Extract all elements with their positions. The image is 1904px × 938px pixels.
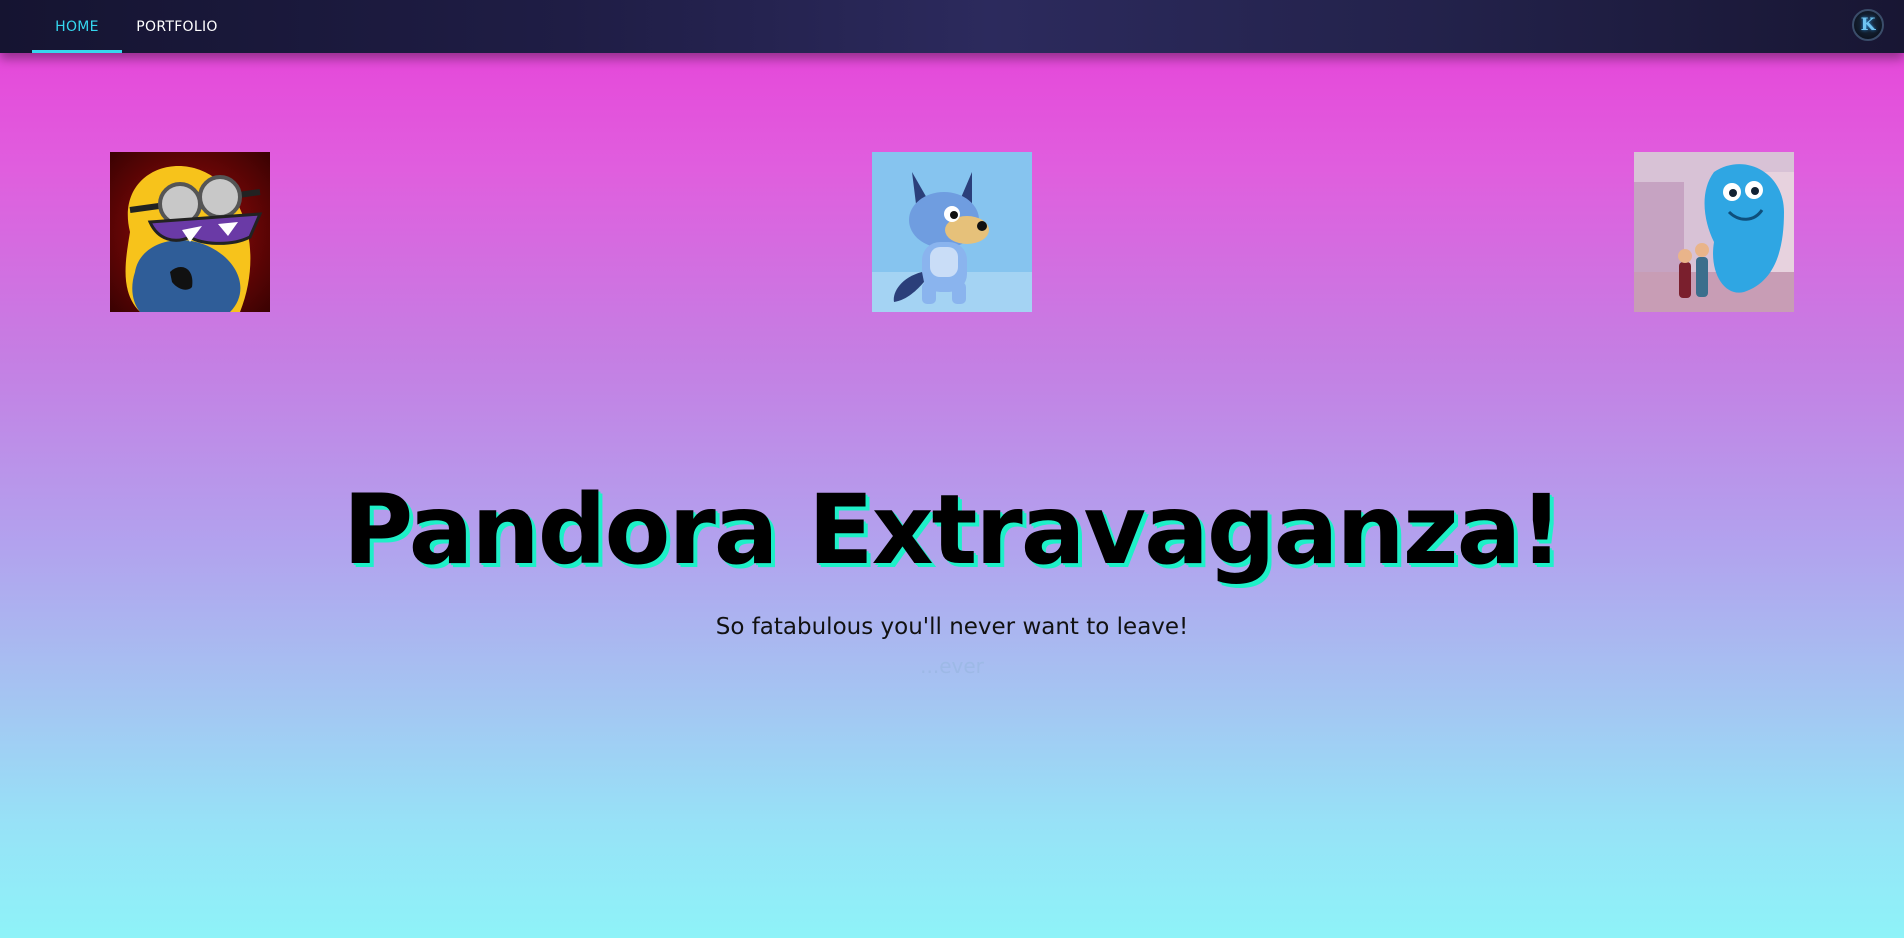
bluey-illustration: [872, 152, 1032, 312]
gallery-image-bluey: [872, 152, 1032, 312]
site-logo[interactable]: K: [1852, 9, 1884, 41]
active-tab-underline: [32, 50, 122, 53]
monster-illustration: [1634, 152, 1794, 312]
gallery-image-monster: [1634, 152, 1794, 312]
top-navbar: HOME PORTFOLIO K: [0, 0, 1904, 53]
logo-letter: K: [1860, 14, 1876, 35]
tab-portfolio[interactable]: PORTFOLIO: [127, 0, 227, 53]
tab-portfolio-label: PORTFOLIO: [136, 18, 218, 35]
minion-illustration: [110, 152, 270, 312]
hero-subtitle: So fatabulous you'll never want to leave…: [715, 614, 1189, 640]
hero-title: Pandora Extravaganza!: [342, 474, 1563, 586]
tab-home-label: HOME: [55, 18, 99, 35]
tab-home[interactable]: HOME: [32, 0, 122, 53]
gallery-image-minion: [110, 152, 270, 312]
hero-tagline: ...ever: [920, 654, 984, 678]
